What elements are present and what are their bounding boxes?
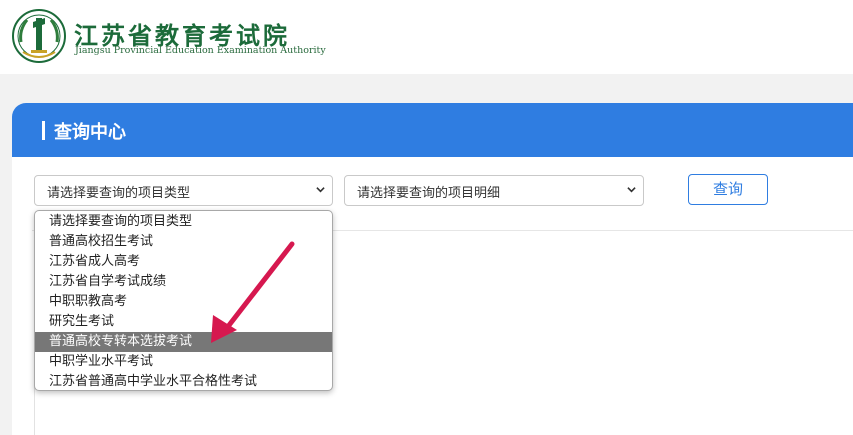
dropdown-option[interactable]: 普通高校招生考试 <box>35 232 332 252</box>
dropdown-option[interactable]: 江苏省普通高中学业水平合格性考试 <box>35 372 332 390</box>
project-type-dropdown-list[interactable]: 请选择要查询的项目类型 普通高校招生考试 江苏省成人高考 江苏省自学考试成绩 中… <box>34 210 333 391</box>
query-button[interactable]: 查询 <box>688 174 768 205</box>
panel-title: 查询中心 <box>42 118 126 144</box>
panel-header: 查询中心 <box>12 103 853 157</box>
chevron-down-icon <box>316 187 325 193</box>
dropdown-option[interactable]: 中职学业水平考试 <box>35 352 332 372</box>
project-detail-select[interactable]: 请选择要查询的项目明细 <box>344 175 644 206</box>
dropdown-option[interactable]: 请选择要查询的项目类型 <box>35 212 332 232</box>
dropdown-option[interactable]: 江苏省成人高考 <box>35 252 332 272</box>
exam-authority-emblem-icon <box>12 9 66 63</box>
project-detail-select-value: 请选择要查询的项目明细 <box>357 186 501 201</box>
project-type-select-value: 请选择要查询的项目类型 <box>47 186 191 201</box>
dropdown-option[interactable]: 江苏省自学考试成绩 <box>35 272 332 292</box>
dropdown-option-highlighted[interactable]: 普通高校专转本选拔考试 <box>35 332 332 352</box>
dropdown-option[interactable]: 研究生考试 <box>35 312 332 332</box>
dropdown-option[interactable]: 中职职教高考 <box>35 292 332 312</box>
chevron-down-icon <box>627 187 636 193</box>
org-name-en: Jiangsu Provincial Education Examination… <box>75 45 326 56</box>
project-type-select[interactable]: 请选择要查询的项目类型 <box>34 175 333 206</box>
site-header: 江苏省教育考试院 Jiangsu Provincial Education Ex… <box>0 0 853 74</box>
